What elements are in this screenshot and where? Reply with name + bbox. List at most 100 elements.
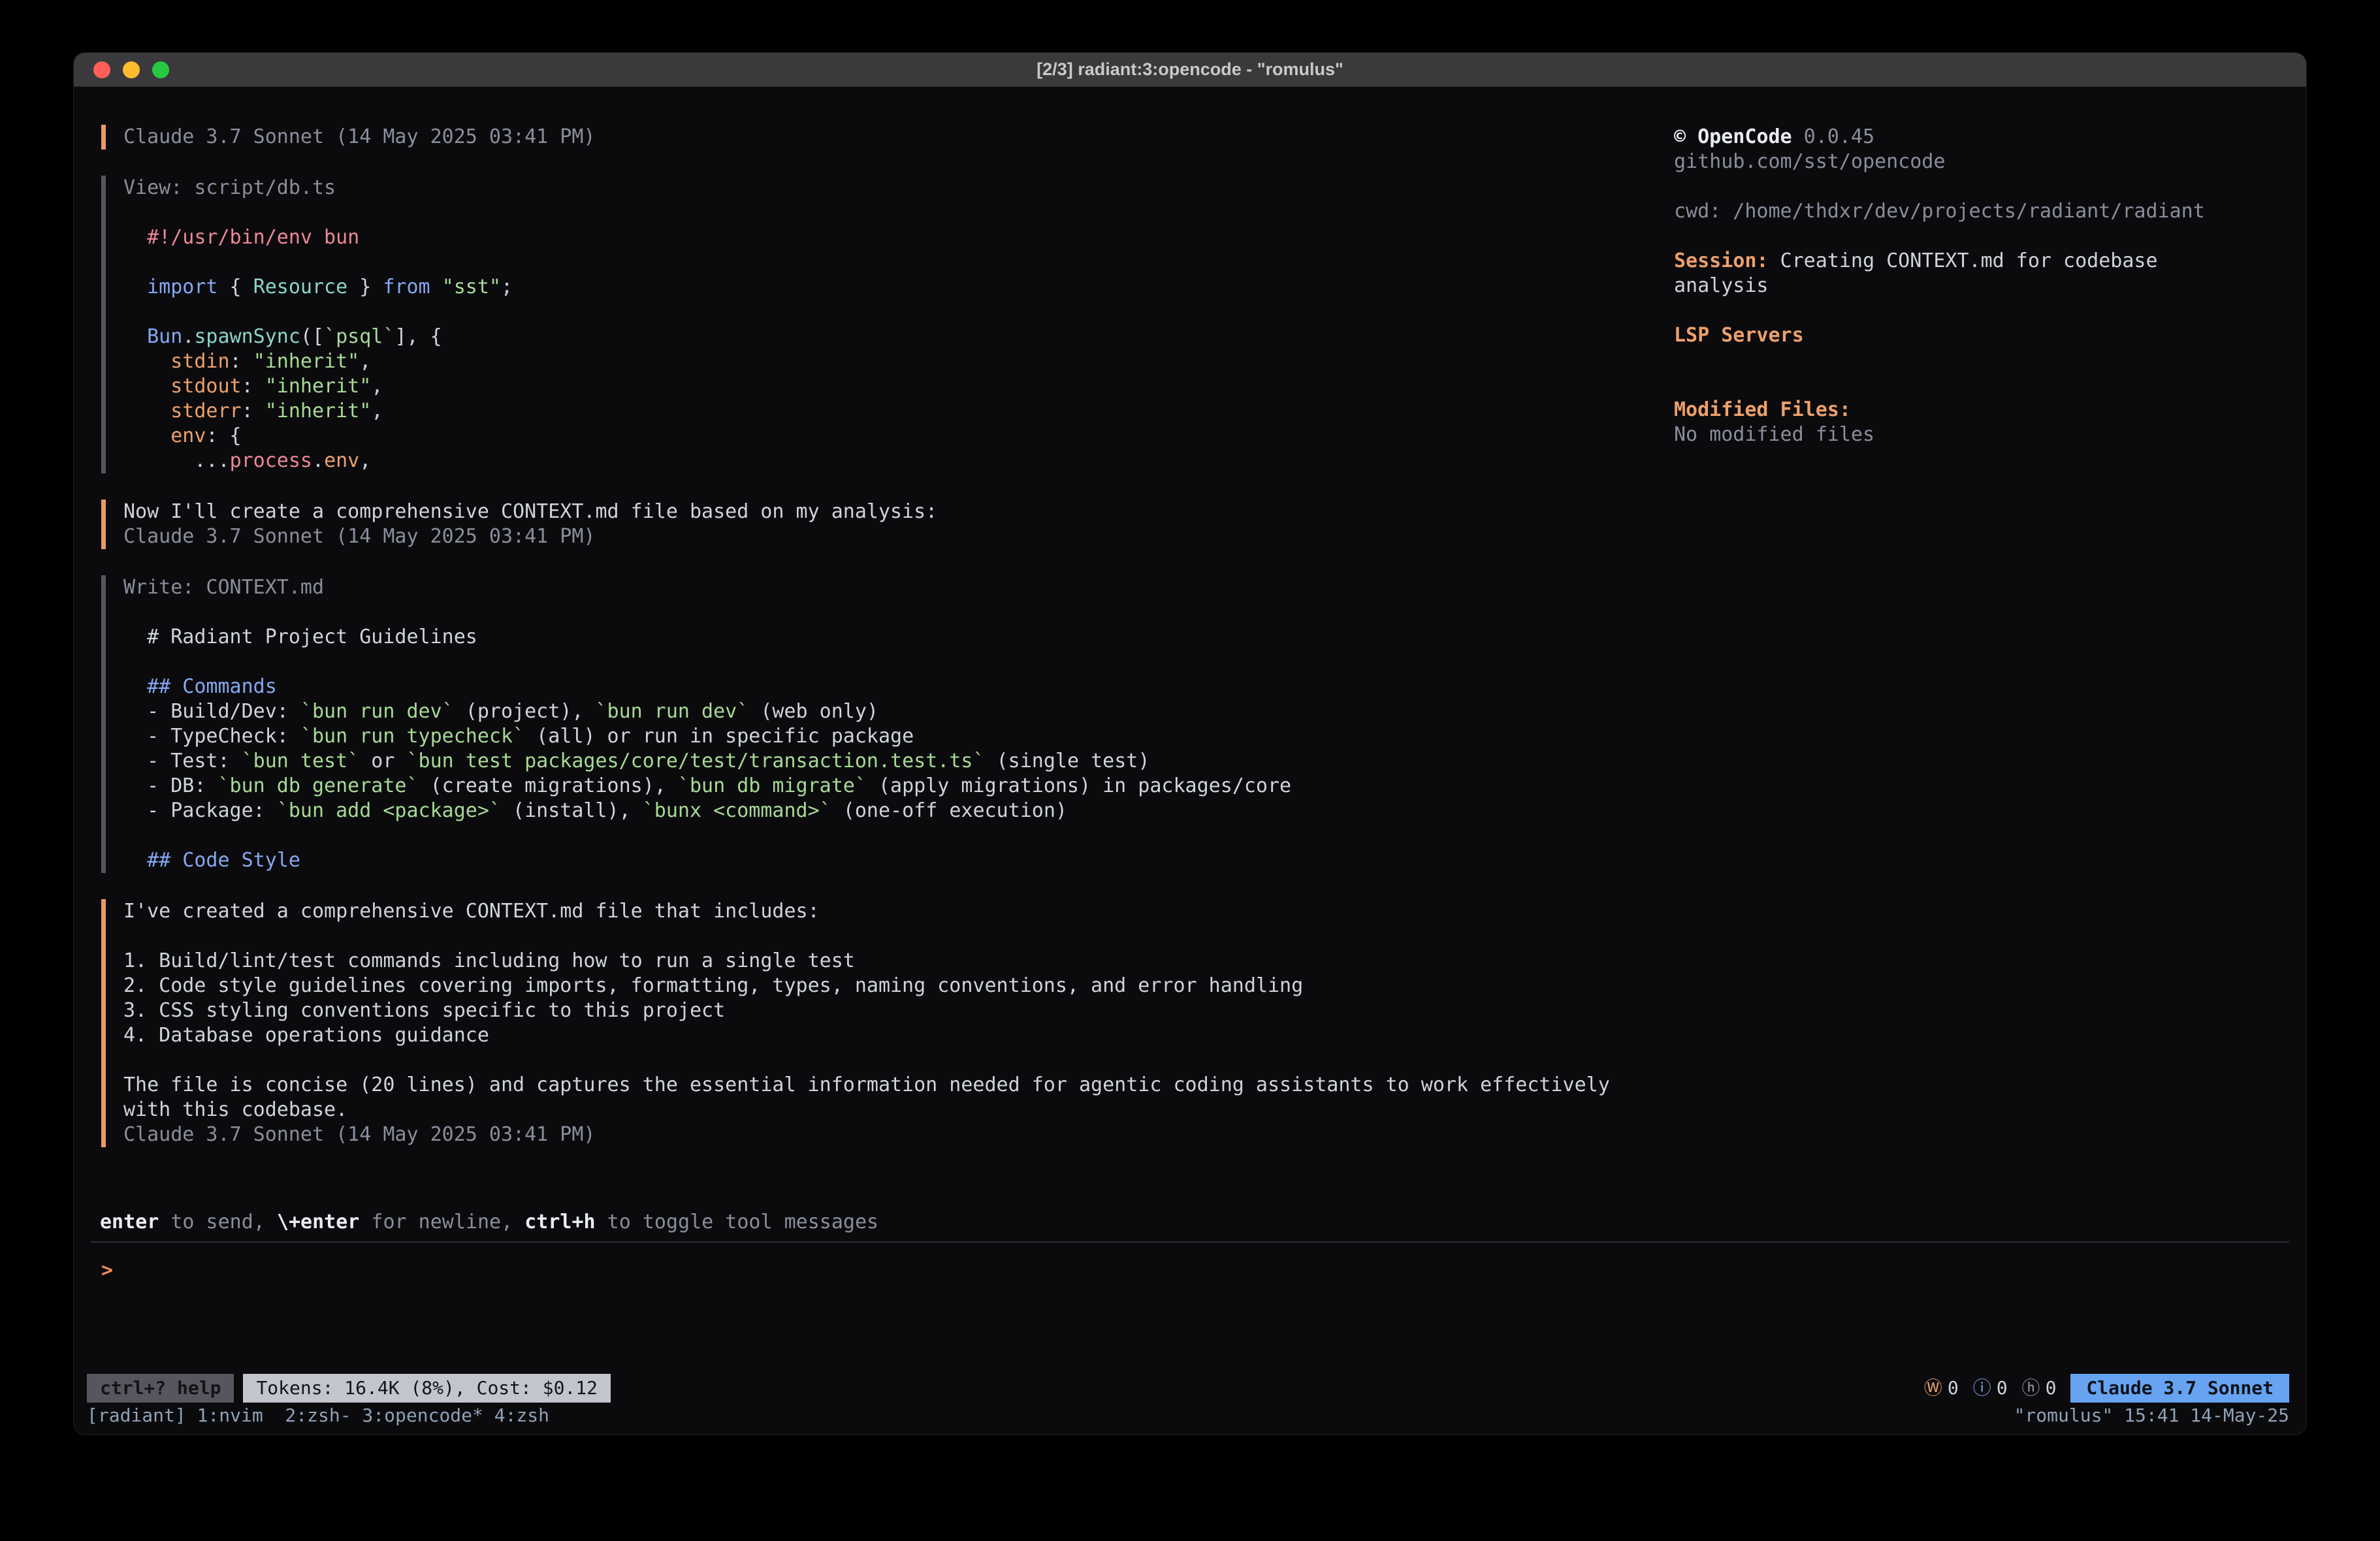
text-segment: © OpenCode (1674, 125, 1792, 148)
terminal-content: Claude 3.7 Sonnet (14 May 2025 03:41 PM)… (74, 87, 2306, 1435)
text-segment: No modified files (1674, 423, 1874, 446)
text-segment: stderr (170, 400, 241, 422)
text-segment: ; (501, 276, 513, 298)
text-segment: Claude 3.7 Sonnet (14 May 2025 03:41 PM) (123, 125, 595, 148)
text-line: 3. CSS styling conventions specific to t… (123, 998, 1674, 1023)
text-segment: ## Code Style (123, 849, 300, 872)
text-line (123, 200, 1674, 225)
text-segment: ... (123, 449, 230, 472)
text-line: Write: CONTEXT.md (123, 575, 1674, 600)
tmux-session-windows[interactable]: [radiant] 1:nvim 2:zsh- 3:opencode* 4:zs… (87, 1403, 549, 1428)
text-segment: `bun test` (242, 750, 360, 772)
model-badge[interactable]: Claude 3.7 Sonnet (2070, 1374, 2289, 1403)
text-segment: `bun db migrate` (678, 774, 867, 797)
text-line (123, 250, 1674, 275)
text-segment (123, 400, 170, 422)
text-segment: ctrl+h (524, 1211, 595, 1233)
text-line: # Radiant Project Guidelines (123, 625, 1674, 650)
text-line: with this codebase. (123, 1098, 1674, 1122)
hint-count: 0 (2046, 1375, 2057, 1401)
text-segment: cwd: /home/thdxr/dev/projects/radiant/ra… (1674, 200, 2205, 223)
tokens-cost-chip: Tokens: 16.4K (8%), Cost: $0.12 (243, 1374, 611, 1403)
text-segment: - Test: (123, 750, 242, 772)
text-segment: Session: (1674, 249, 1769, 272)
zoom-button[interactable] (152, 61, 169, 78)
text-segment: stdin (170, 350, 229, 373)
window-controls (74, 61, 169, 78)
diagnostic-warnings: Ⓦ0 (1924, 1375, 1959, 1401)
terminal-window: [2/3] radiant:3:opencode - "romulus" Cla… (73, 52, 2307, 1435)
minimize-button[interactable] (123, 61, 140, 78)
hint-icon: ⓗ (2022, 1375, 2040, 1401)
text-segment: "inherit" (265, 375, 372, 398)
text-segment: (install), (501, 799, 643, 822)
text-segment: - DB: (123, 774, 218, 797)
text-line: stderr: "inherit", (123, 399, 1674, 424)
text-segment: process (230, 449, 312, 472)
text-segment: enter (100, 1211, 159, 1233)
text-segment: Claude 3.7 Sonnet (14 May 2025 03:41 PM) (123, 1123, 595, 1146)
text-line: ...process.env, (123, 449, 1674, 473)
text-line (123, 823, 1674, 848)
tool-block-write-context-md: Write: CONTEXT.md # Radiant Project Guid… (101, 575, 1674, 873)
diagnostic-info: ⓘ0 (1973, 1375, 2008, 1401)
text-segment: , (359, 350, 371, 373)
text-segment: ## Commands (123, 675, 277, 698)
text-segment: stdout (170, 375, 241, 398)
text-line: stdin: "inherit", (123, 349, 1674, 374)
text-line: Session: Creating CONTEXT.md for codebas… (1674, 249, 2288, 274)
text-segment: env (170, 424, 206, 447)
text-segment: Resource (253, 276, 348, 298)
desktop-background: [2/3] radiant:3:opencode - "romulus" Cla… (0, 0, 2380, 1541)
text-segment: (project), (454, 700, 596, 723)
text-segment: : (242, 375, 265, 398)
text-line (123, 300, 1674, 325)
close-button[interactable] (93, 61, 110, 78)
text-segment: , (359, 449, 371, 472)
text-segment (123, 276, 147, 298)
text-line: ## Commands (123, 675, 1674, 699)
text-segment: `bun run typecheck` (300, 725, 524, 748)
message-input[interactable]: > (91, 1241, 2289, 1373)
text-line: © OpenCode 0.0.45 (1674, 125, 2288, 150)
chat-history: Claude 3.7 Sonnet (14 May 2025 03:41 PM)… (101, 125, 1674, 1210)
text-segment: (web only) (748, 700, 878, 723)
text-line: ## Code Style (123, 848, 1674, 873)
text-line: View: script/db.ts (123, 176, 1674, 200)
text-segment: `bun test packages/core/test/transaction… (407, 750, 985, 772)
text-segment: github.com/sst/opencode (1674, 150, 1945, 173)
text-segment: `bun add <package>` (277, 799, 501, 822)
text-segment: 2. Code style guidelines covering import… (123, 974, 1303, 997)
text-segment: `bun db generate` (218, 774, 419, 797)
text-line: LSP Servers (1674, 323, 2288, 348)
text-line: 1. Build/lint/test commands including ho… (123, 949, 1674, 974)
text-segment (123, 424, 170, 447)
window-titlebar: [2/3] radiant:3:opencode - "romulus" (74, 53, 2306, 87)
text-segment: env (324, 449, 359, 472)
text-segment: Creating CONTEXT.md for codebase (1769, 249, 2158, 272)
text-segment: # Radiant Project Guidelines (123, 626, 477, 648)
help-chip[interactable]: ctrl+? help (87, 1374, 234, 1403)
text-segment: #!/usr/bin/env bun (123, 226, 359, 249)
text-segment: Modified Files: (1674, 398, 1851, 421)
text-segment: or (359, 750, 406, 772)
text-segment: "inherit" (265, 400, 372, 422)
text-segment: 4. Database operations guidance (123, 1024, 489, 1047)
text-segment (123, 325, 147, 348)
text-line: Now I'll create a comprehensive CONTEXT.… (123, 500, 1674, 524)
window-title: [2/3] radiant:3:opencode - "romulus" (74, 59, 2306, 80)
text-segment: for newline, (359, 1211, 524, 1233)
text-segment (123, 375, 170, 398)
text-segment: `bun run dev` (300, 700, 454, 723)
text-line: cwd: /home/thdxr/dev/projects/radiant/ra… (1674, 199, 2288, 224)
text-line (1674, 224, 2288, 249)
text-line: - Build/Dev: `bun run dev` (project), `b… (123, 699, 1674, 724)
text-segment: 3. CSS styling conventions specific to t… (123, 999, 725, 1022)
text-segment: : { (206, 424, 241, 447)
text-segment: - Package: (123, 799, 277, 822)
main-area: Claude 3.7 Sonnet (14 May 2025 03:41 PM)… (74, 87, 2306, 1210)
text-segment: Now I'll create a comprehensive CONTEXT.… (123, 500, 937, 523)
text-segment: ], { (394, 325, 442, 348)
text-segment: analysis (1674, 274, 1769, 297)
status-bar-right: Ⓦ0 ⓘ0 ⓗ0 Claude 3.7 Sonnet (1924, 1374, 2289, 1403)
